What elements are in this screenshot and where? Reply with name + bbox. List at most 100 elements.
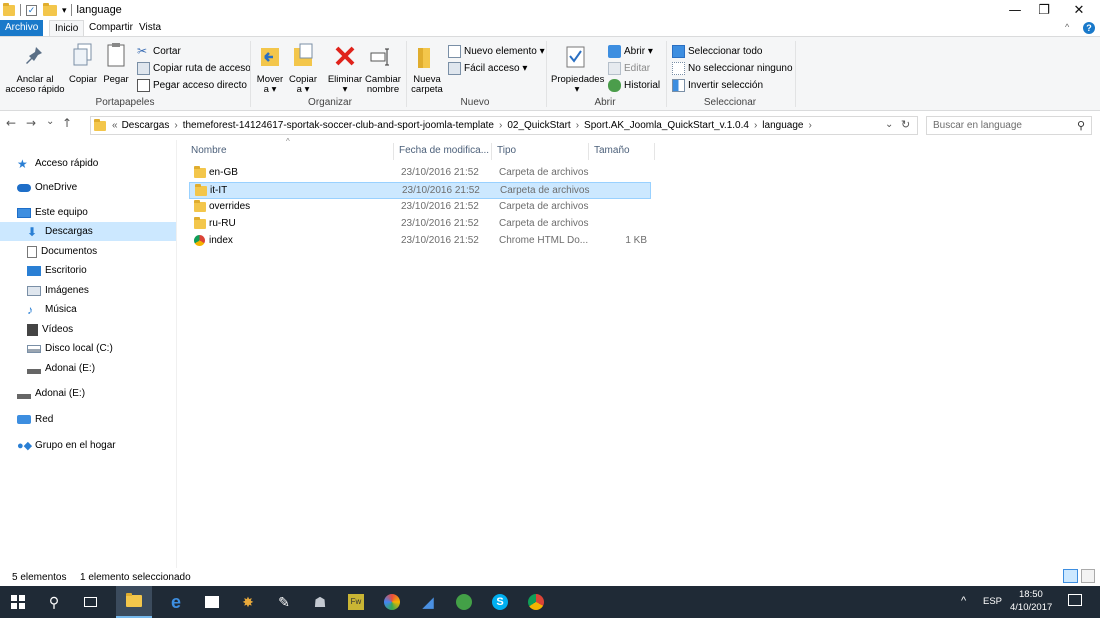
breadcrumb-descargas[interactable]: Descargas — [122, 120, 170, 131]
tab-vista[interactable]: Vista — [134, 20, 166, 36]
historial-button[interactable]: Historial — [608, 77, 660, 93]
music-icon: ♪ — [27, 302, 33, 317]
chevron-right-icon[interactable]: › — [174, 120, 177, 131]
nav-item-imagenes[interactable]: Imágenes — [0, 281, 176, 300]
mover-button[interactable]: Mover a ▾ — [253, 75, 287, 95]
editar-button[interactable]: Editar — [608, 60, 650, 76]
eliminar-button[interactable]: Eliminar ▾ — [325, 75, 365, 95]
skype-icon[interactable]: S — [490, 592, 510, 612]
restore-button[interactable]: ❐ — [1027, 0, 1061, 20]
nav-item-acceso-rapido[interactable]: ★ Acceso rápido — [0, 154, 176, 173]
nav-item-videos[interactable]: Vídeos — [0, 320, 176, 339]
people-app-icon[interactable]: ☗ — [310, 592, 330, 612]
cortar-button[interactable]: ✂ Cortar — [137, 43, 181, 59]
language-indicator[interactable]: ESP — [983, 596, 1002, 607]
table-row[interactable]: ru-RU 23/10/2016 21:52 Carpeta de archiv… — [189, 216, 651, 233]
propiedades-button[interactable]: Propiedades ▾ — [551, 75, 604, 95]
breadcrumb-overflow[interactable]: « — [112, 120, 118, 131]
cambiar-nombre-button[interactable]: Cambiar nombre — [364, 75, 402, 95]
pen-icon[interactable]: ✎ — [274, 592, 294, 612]
new-folder-icon[interactable] — [43, 2, 57, 16]
blue-app-icon[interactable]: ◢ — [418, 592, 438, 612]
app-icon[interactable]: ✸ — [238, 592, 258, 612]
no-seleccionar-button[interactable]: No seleccionar ninguno — [672, 60, 793, 76]
search-icon[interactable]: ⚲ — [1077, 119, 1085, 132]
nav-item-musica[interactable]: ♪ Música — [0, 300, 176, 319]
chrome-icon[interactable] — [526, 592, 546, 612]
close-button[interactable]: ✕ — [1062, 0, 1096, 20]
tab-inicio[interactable]: Inicio — [49, 20, 85, 37]
search-icon[interactable]: ⚲ — [44, 592, 64, 612]
chevron-right-icon[interactable]: › — [808, 120, 811, 131]
chevron-right-icon[interactable]: › — [499, 120, 502, 131]
search-box[interactable]: Buscar en language ⚲ — [926, 116, 1092, 135]
anclar-button[interactable]: Anclar al acceso rápido — [2, 75, 68, 95]
forward-button[interactable]: → — [26, 116, 36, 130]
nuevo-elemento-button[interactable]: Nuevo elemento ▾ — [448, 43, 545, 59]
task-view-icon[interactable] — [80, 592, 100, 612]
copiar-button[interactable]: Copiar — [66, 75, 100, 85]
chevron-right-icon[interactable]: › — [576, 120, 579, 131]
quick-access-dropdown[interactable]: ▾ — [62, 5, 67, 16]
fireworks-icon[interactable]: Fw — [346, 592, 366, 612]
pegar-button[interactable]: Pegar — [101, 75, 131, 85]
nav-item-documentos[interactable]: Documentos — [0, 242, 176, 261]
green-app-icon[interactable] — [454, 592, 474, 612]
recent-locations-button[interactable]: ⌄ — [46, 116, 54, 127]
folder-icon — [3, 2, 15, 16]
large-icons-view-icon[interactable] — [1081, 569, 1095, 583]
breadcrumb-quickstart[interactable]: 02_QuickStart — [507, 120, 570, 131]
address-dropdown-icon[interactable]: ⌄ — [885, 119, 893, 130]
facil-acceso-button[interactable]: Fácil acceso ▾ — [448, 60, 527, 76]
column-fecha[interactable]: Fecha de modifica... — [394, 143, 492, 160]
column-tamano[interactable]: Tamaño — [589, 143, 655, 160]
tray-overflow-icon[interactable]: ^ — [961, 595, 966, 607]
copiar-ruta-button[interactable]: Copiar ruta de acceso — [137, 60, 251, 76]
file-explorer-icon[interactable] — [116, 586, 152, 618]
nav-item-este-equipo[interactable]: Este equipo — [0, 203, 176, 222]
clock-time[interactable]: 18:50 — [1019, 589, 1043, 600]
table-row[interactable]: it-IT 23/10/2016 21:52 Carpeta de archiv… — [189, 182, 651, 199]
help-icon[interactable]: ? — [1083, 22, 1095, 34]
folder-icon — [195, 184, 207, 196]
back-button[interactable]: ← — [6, 116, 16, 130]
start-button[interactable] — [8, 592, 28, 612]
nav-item-escritorio[interactable]: Escritorio — [0, 261, 176, 280]
picasa-icon[interactable] — [382, 592, 402, 612]
nav-item-descargas[interactable]: ⬇ Descargas — [0, 222, 176, 241]
abrir-button[interactable]: Abrir ▾ — [608, 43, 653, 59]
up-button[interactable]: ↑ — [62, 116, 72, 130]
refresh-icon[interactable]: ↻ — [901, 118, 910, 131]
nav-item-disco-local[interactable]: Disco local (C:) — [0, 339, 176, 358]
nueva-carpeta-button[interactable]: Nueva carpeta — [408, 75, 446, 95]
nav-item-adonai-1[interactable]: Adonai (E:) — [0, 359, 176, 378]
table-row[interactable]: overrides 23/10/2016 21:52 Carpeta de ar… — [189, 199, 651, 216]
nav-item-onedrive[interactable]: OneDrive — [0, 178, 176, 197]
collapse-ribbon-icon[interactable]: ^ — [1065, 22, 1069, 32]
copiar-a-button[interactable]: Copiar a ▾ — [286, 75, 320, 95]
seleccionar-todo-button[interactable]: Seleccionar todo — [672, 43, 763, 59]
tab-compartir[interactable]: Compartir — [84, 20, 138, 36]
nav-item-red[interactable]: Red — [0, 410, 176, 429]
details-view-icon[interactable] — [1063, 569, 1078, 583]
clock-date[interactable]: 4/10/2017 — [1010, 602, 1052, 613]
address-bar[interactable]: « Descargas › themeforest-14124617-sport… — [90, 116, 918, 135]
column-tipo[interactable]: Tipo — [492, 143, 589, 160]
search-input[interactable]: Buscar en language — [933, 120, 1022, 131]
breadcrumb-sportak[interactable]: Sport.AK_Joomla_QuickStart_v.1.0.4 — [584, 120, 749, 131]
notification-center-icon[interactable] — [1068, 594, 1082, 606]
tab-archivo[interactable]: Archivo — [0, 20, 44, 36]
table-row[interactable]: index 23/10/2016 21:52 Chrome HTML Do...… — [189, 233, 651, 250]
nav-item-adonai-2[interactable]: Adonai (E:) — [0, 384, 176, 403]
edge-icon[interactable]: e — [166, 592, 186, 612]
chevron-right-icon[interactable]: › — [754, 120, 757, 131]
pegar-acceso-button[interactable]: Pegar acceso directo — [137, 77, 247, 93]
breadcrumb-themeforest[interactable]: themeforest-14124617-sportak-soccer-club… — [183, 120, 494, 131]
store-icon[interactable] — [202, 592, 222, 612]
column-nombre[interactable]: Nombre — [186, 143, 394, 160]
table-row[interactable]: en-GB 23/10/2016 21:52 Carpeta de archiv… — [189, 165, 651, 182]
breadcrumb-language[interactable]: language — [762, 120, 803, 131]
properties-check-icon[interactable]: ✓ — [26, 4, 37, 16]
nav-item-grupo-hogar[interactable]: ●◆ Grupo en el hogar — [0, 436, 176, 455]
invertir-seleccion-button[interactable]: Invertir selección — [672, 77, 763, 93]
